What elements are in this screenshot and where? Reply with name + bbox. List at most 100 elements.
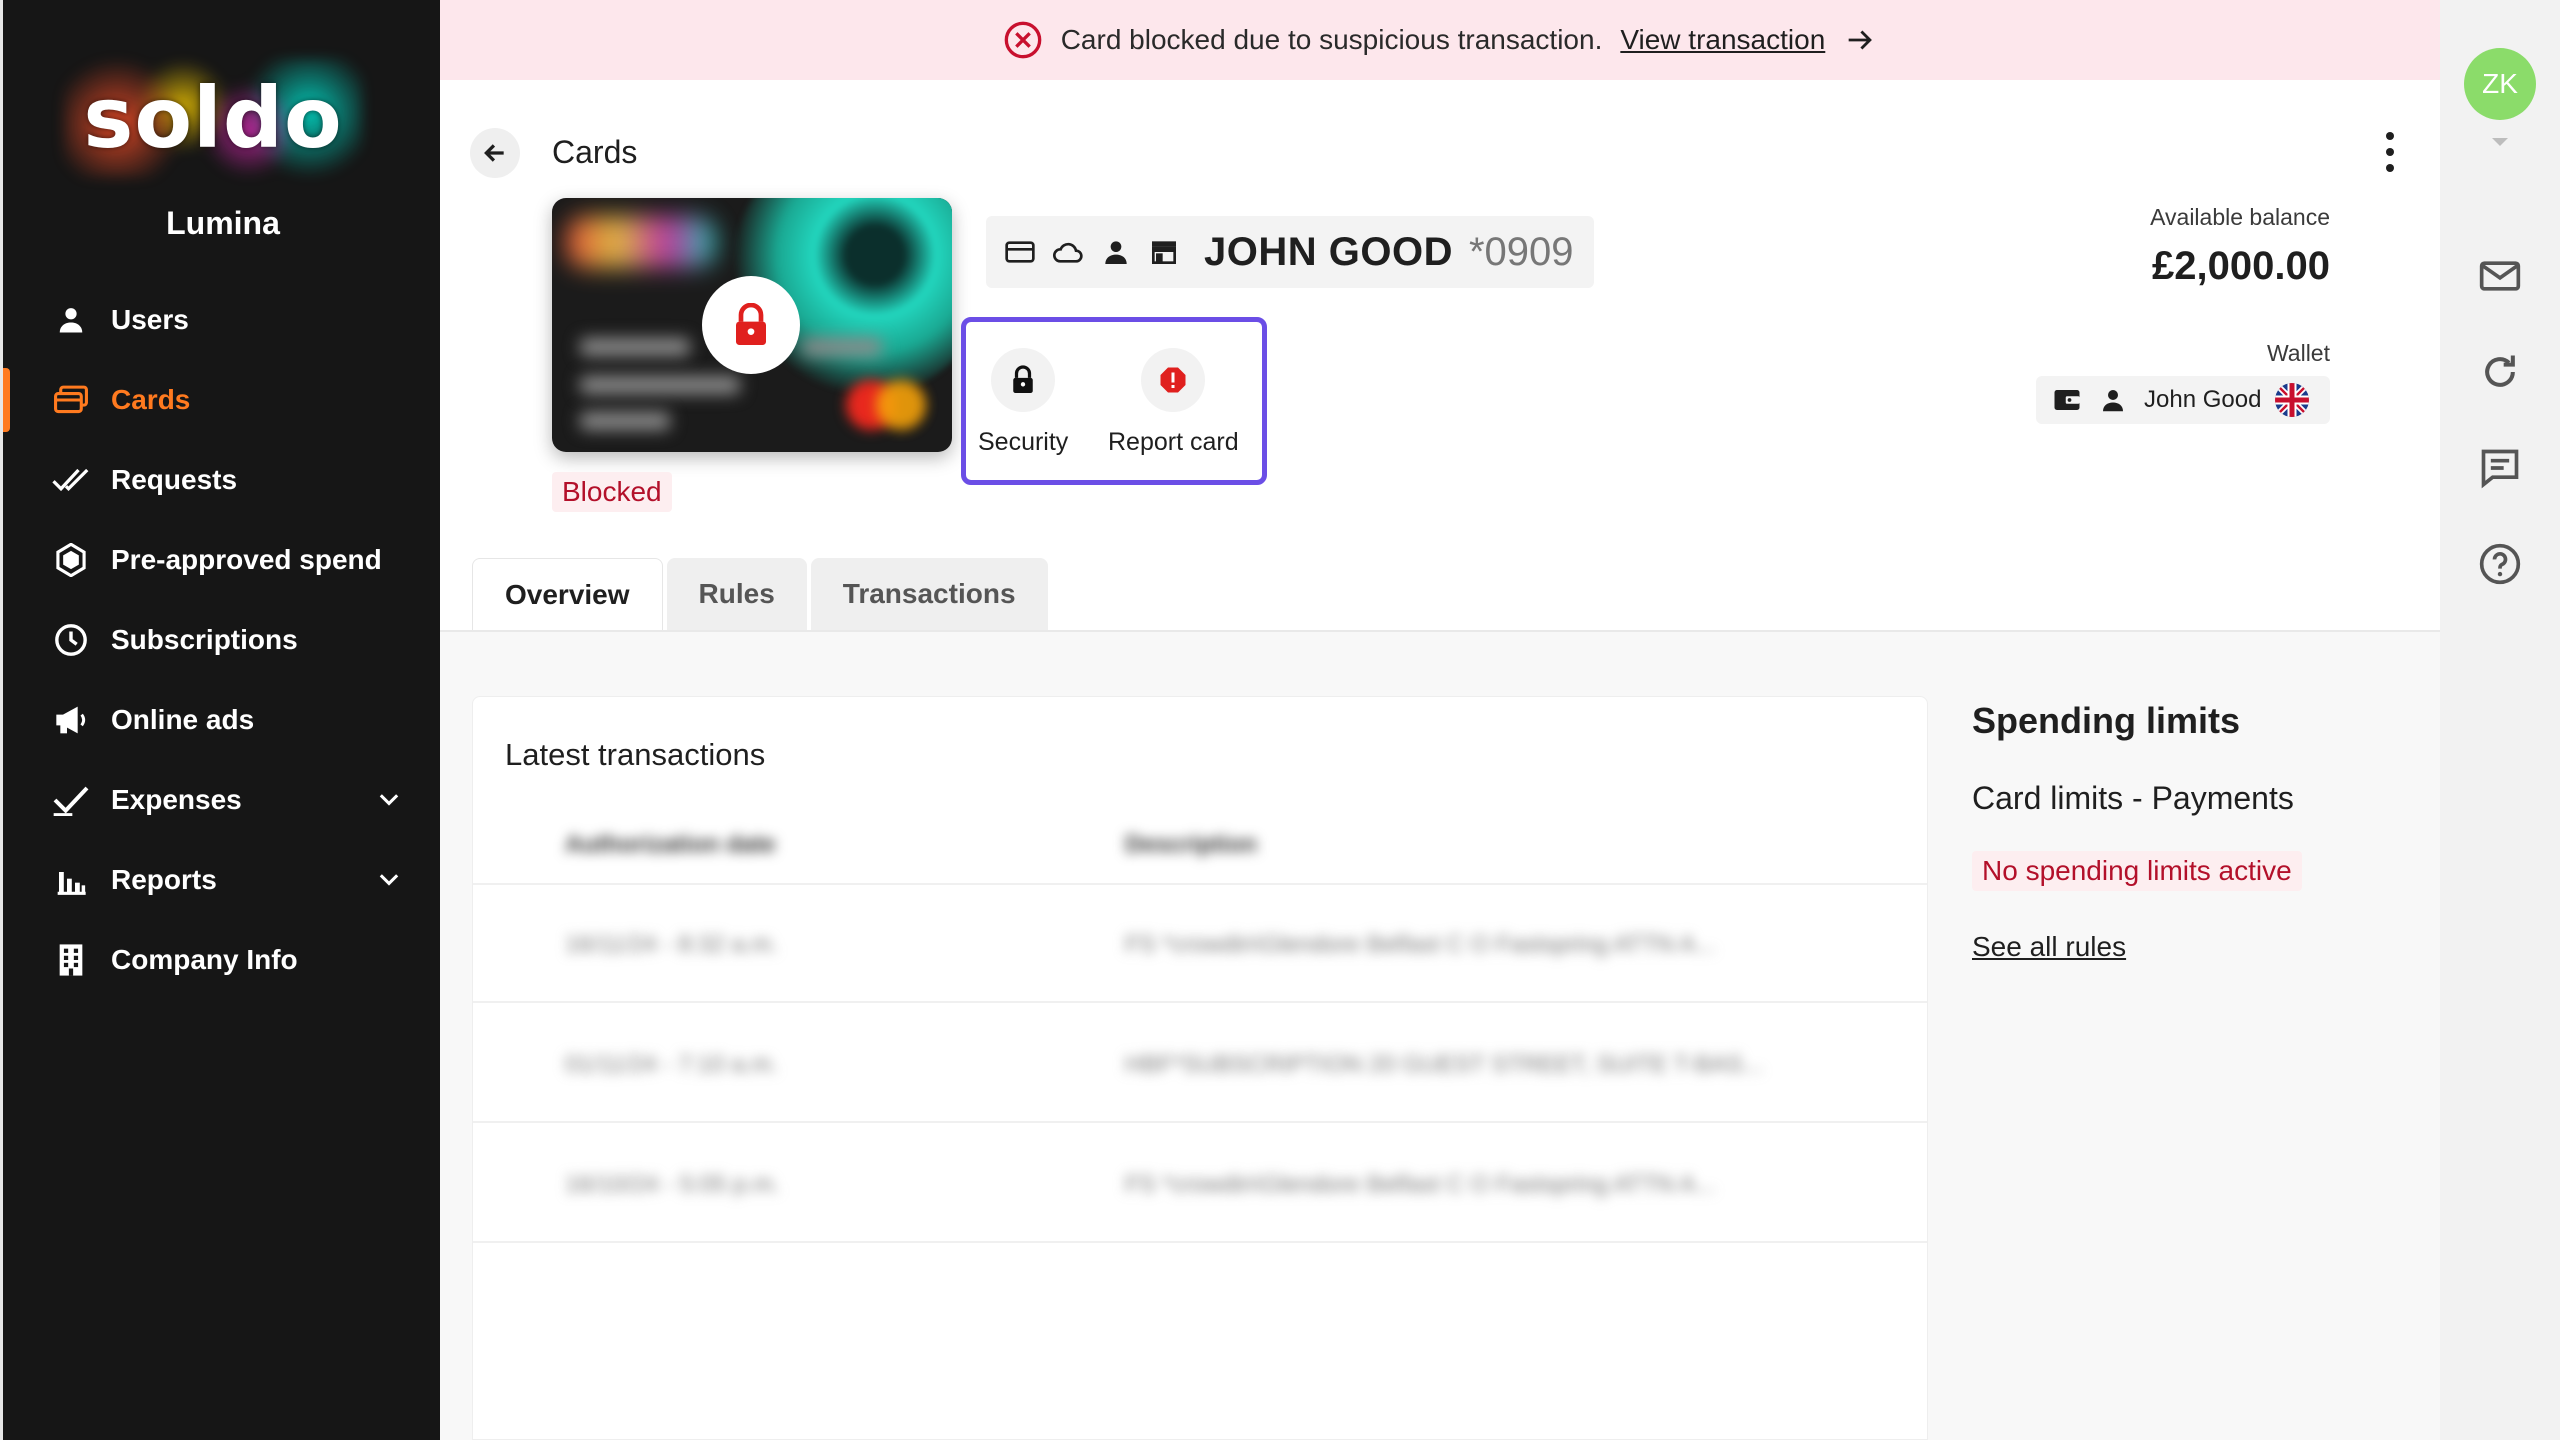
transaction-date: 16/11/24 - 8:32 a.m.	[565, 931, 779, 958]
sidebar-item-company-info[interactable]: Company Info	[3, 920, 443, 1000]
sidebar-item-label: Cards	[111, 384, 191, 415]
mastercard-logo	[846, 380, 926, 430]
card-tabs: Overview Rules Transactions	[472, 558, 1052, 630]
available-balance-value: £2,000.00	[2152, 244, 2330, 288]
sidebar-item-label: Pre-approved spend	[111, 544, 382, 575]
card-holder-blurred	[580, 376, 740, 394]
transaction-description: FS *crowdin\Glendore Belfast C O Fastspr…	[1125, 1171, 1716, 1198]
sidebar-item-reports[interactable]: Reports	[3, 840, 443, 920]
card-expiry-blurred	[802, 338, 882, 356]
spending-limits-panel: Spending limits Card limits - Payments N…	[1972, 700, 2412, 963]
card-org-blurred	[580, 412, 670, 430]
sidebar-item-label: Requests	[111, 464, 238, 495]
bar-chart-icon	[51, 860, 91, 900]
lock-icon	[1013, 365, 1033, 393]
double-check-icon	[51, 460, 91, 500]
wallet-chip[interactable]: John Good	[2036, 376, 2330, 424]
help-icon[interactable]	[2478, 542, 2522, 586]
card-last-four: *0909	[1468, 229, 1574, 274]
sidebar-nav: Users Cards Requests Pre-approved spend …	[3, 280, 443, 1000]
more-options-icon[interactable]	[2380, 130, 2400, 174]
transaction-date: 01/11/24 - 7:10 a.m.	[565, 1051, 779, 1078]
sidebar-item-label: Users	[111, 304, 189, 335]
view-transaction-link[interactable]: View transaction	[1620, 24, 1825, 56]
sidebar-item-online-ads[interactable]: Online ads	[3, 680, 443, 760]
card-number-blurred	[580, 338, 690, 356]
tab-overview[interactable]: Overview	[472, 558, 663, 630]
table-row[interactable]: 16/11/24 - 8:32 a.m. FS *crowdin\Glendor…	[473, 885, 1927, 1003]
store-icon	[1152, 241, 1176, 264]
soldo-logo[interactable]: soldo	[63, 58, 363, 178]
table-row[interactable]: 16/10/24 - 5:05 p.m. FS *crowdin\Glendor…	[473, 1125, 1927, 1243]
security-button[interactable]: Security	[978, 348, 1068, 457]
sidebar-item-label: Online ads	[111, 704, 255, 735]
latest-transactions-title: Latest transactions	[505, 737, 766, 772]
mail-icon[interactable]	[2478, 254, 2522, 298]
page-title: Cards	[552, 134, 638, 170]
tab-rules[interactable]: Rules	[666, 558, 807, 630]
chevron-down-icon[interactable]	[375, 866, 403, 894]
person-icon	[1105, 241, 1127, 264]
refresh-icon[interactable]	[2478, 350, 2522, 394]
transactions-table-header: Authorization date Description	[473, 807, 1927, 885]
available-balance-label: Available balance	[2150, 204, 2330, 230]
person-icon	[2103, 390, 2123, 412]
sidebar-item-requests[interactable]: Requests	[3, 440, 443, 520]
building-icon	[51, 940, 91, 980]
hexagon-icon	[51, 540, 91, 580]
card-actions-highlight: Security Report card	[961, 317, 1267, 485]
chat-icon[interactable]	[2478, 446, 2522, 490]
organization-name: Lumina	[166, 205, 280, 241]
column-header-date: Authorization date	[565, 831, 776, 858]
arrow-right-icon[interactable]	[1843, 23, 1877, 57]
security-label: Security	[978, 428, 1069, 456]
card-limits-subtitle: Card limits - Payments	[1972, 780, 2294, 816]
sidebar-item-label: Company Info	[111, 944, 298, 975]
wallet-label: Wallet	[2266, 340, 2330, 366]
lock-icon	[736, 303, 766, 345]
see-all-rules-link[interactable]: See all rules	[1972, 931, 2412, 963]
spending-limits-title: Spending limits	[1972, 700, 2241, 741]
banner-message: Card blocked due to suspicious transacti…	[1060, 24, 1603, 55]
tab-transactions[interactable]: Transactions	[810, 558, 1048, 630]
report-icon-circle	[1141, 348, 1206, 412]
report-card-label: Report card	[1108, 428, 1239, 456]
status-badge: Blocked	[552, 472, 672, 512]
table-row[interactable]: 01/11/24 - 7:10 a.m. HBF*SUBSCRIPTION 20…	[473, 1005, 1927, 1123]
megaphone-icon	[51, 700, 91, 740]
sidebar: soldo Lumina Users Cards Requests Pre-ap	[0, 0, 440, 1440]
sidebar-item-cards[interactable]: Cards	[3, 360, 443, 440]
back-button[interactable]	[470, 128, 520, 178]
cards-icon	[51, 380, 91, 420]
sidebar-item-users[interactable]: Users	[3, 280, 443, 360]
alert-icon	[1160, 367, 1186, 393]
transaction-date: 16/10/24 - 5:05 p.m.	[565, 1171, 780, 1198]
card-brand-blurred	[566, 216, 716, 268]
transaction-description: FS *crowdin\Glendore Belfast C O Fastspr…	[1125, 931, 1716, 958]
sidebar-item-label: Reports	[111, 864, 217, 895]
clock-icon	[51, 620, 91, 660]
arrow-left-icon	[484, 144, 504, 162]
avatar[interactable]: ZK	[2464, 48, 2536, 120]
sidebar-item-label: Subscriptions	[111, 624, 298, 655]
chevron-down-icon[interactable]	[375, 786, 403, 814]
no-limits-badge: No spending limits active	[1972, 851, 2302, 891]
lock-badge	[702, 276, 800, 374]
sidebar-item-expenses[interactable]: Expenses	[3, 760, 443, 840]
blocked-card-banner: Card blocked due to suspicious transacti…	[440, 0, 2440, 80]
sidebar-item-pre-approved-spend[interactable]: Pre-approved spend	[3, 520, 443, 600]
card-image	[552, 198, 952, 452]
wallet-owner: John Good	[2144, 386, 2262, 413]
logo-text: soldo	[83, 69, 343, 167]
sidebar-item-subscriptions[interactable]: Subscriptions	[3, 600, 443, 680]
report-card-button[interactable]: Report card	[1108, 348, 1239, 457]
card-header: JOHN GOOD *0909	[986, 216, 1594, 288]
latest-transactions-panel: Latest transactions Authorization date D…	[472, 696, 1928, 1440]
sidebar-item-label: Expenses	[111, 784, 242, 815]
caret-down-icon[interactable]	[2490, 136, 2510, 148]
card-icon	[1005, 241, 1035, 263]
card-holder-name: JOHN GOOD	[1204, 229, 1453, 274]
check-pen-icon	[51, 780, 91, 820]
wallet-icon	[2054, 390, 2080, 410]
column-header-description: Description	[1125, 831, 1258, 858]
